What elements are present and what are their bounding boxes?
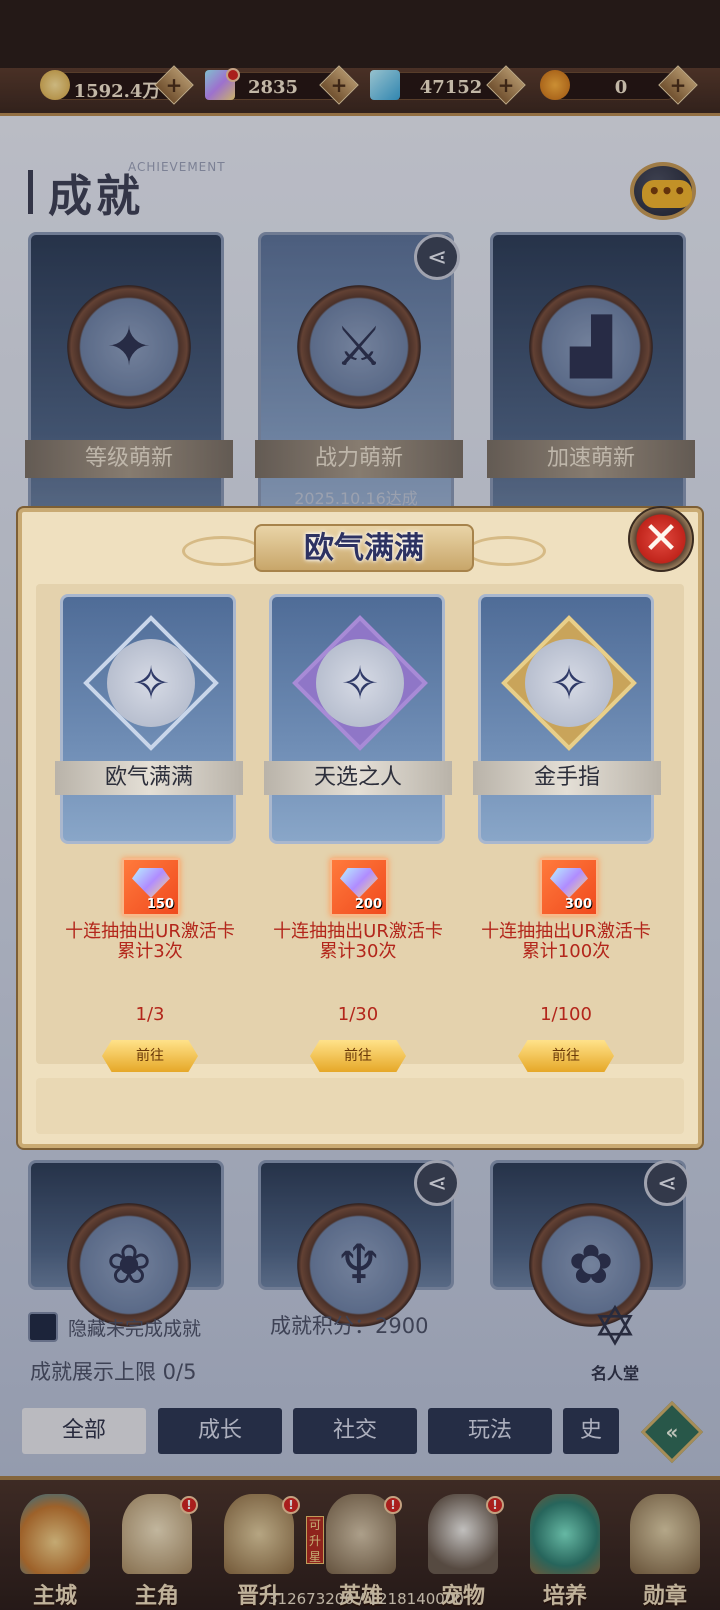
gold-medal-icon: ✧ <box>501 615 637 751</box>
achievement-name: 金手指 <box>473 761 661 795</box>
achievement-detail-modal: 欧气满满 ✕ ✧ 欧气满满 150 十连抽抽出UR激活卡 累计3次 1/3 前往… <box>18 506 702 1148</box>
description-line-2: 累计3次 <box>117 941 183 962</box>
go-button[interactable]: 前往 <box>102 1040 198 1072</box>
description-line-1: 十连抽抽出UR激活卡 <box>481 921 651 942</box>
achievement-description: 十连抽抽出UR激活卡 累计30次 <box>260 922 456 962</box>
reward-count: 300 <box>564 897 592 912</box>
achievement-progress: 1/3 <box>135 1004 165 1025</box>
achievement-name: 欧气满满 <box>55 761 243 795</box>
achievement-progress: 1/30 <box>337 1004 379 1025</box>
achievement-card-lucky: ✧ 欧气满满 <box>55 594 243 844</box>
modal-footer-area <box>36 1078 684 1134</box>
close-button[interactable]: ✕ <box>628 506 694 572</box>
achievement-card-chosen: ✧ 天选之人 <box>264 594 452 844</box>
close-icon: ✕ <box>642 513 680 564</box>
purple-medal-icon: ✧ <box>292 615 428 751</box>
title-ornament-right <box>466 536 546 566</box>
title-ornament-left <box>182 536 262 566</box>
description-line-1: 十连抽抽出UR激活卡 <box>273 921 443 942</box>
go-button[interactable]: 前往 <box>518 1040 614 1072</box>
rainbow-gem-icon <box>340 868 378 898</box>
rainbow-gem-icon <box>132 868 170 898</box>
achievement-card-golden-finger: ✧ 金手指 <box>473 594 661 844</box>
description-line-1: 十连抽抽出UR激活卡 <box>65 921 235 942</box>
reward-gem-item[interactable]: 200 <box>330 858 388 916</box>
achievement-progress: 1/100 <box>540 1004 592 1025</box>
reward-count: 150 <box>146 897 174 912</box>
description-line-2: 累计100次 <box>521 941 611 962</box>
achievement-description: 十连抽抽出UR激活卡 累计3次 <box>52 922 248 962</box>
silver-medal-icon: ✧ <box>83 615 219 751</box>
description-line-2: 累计30次 <box>319 941 397 962</box>
rainbow-gem-icon <box>550 868 588 898</box>
reward-gem-item[interactable]: 300 <box>540 858 598 916</box>
modal-title-plate: 欧气满满 <box>254 524 474 572</box>
reward-gem-item[interactable]: 150 <box>122 858 180 916</box>
reward-count: 200 <box>354 897 382 912</box>
modal-title: 欧气满满 <box>304 531 424 566</box>
achievement-description: 十连抽抽出UR激活卡 累计100次 <box>468 922 664 962</box>
achievement-name: 天选之人 <box>264 761 452 795</box>
go-button[interactable]: 前往 <box>310 1040 406 1072</box>
